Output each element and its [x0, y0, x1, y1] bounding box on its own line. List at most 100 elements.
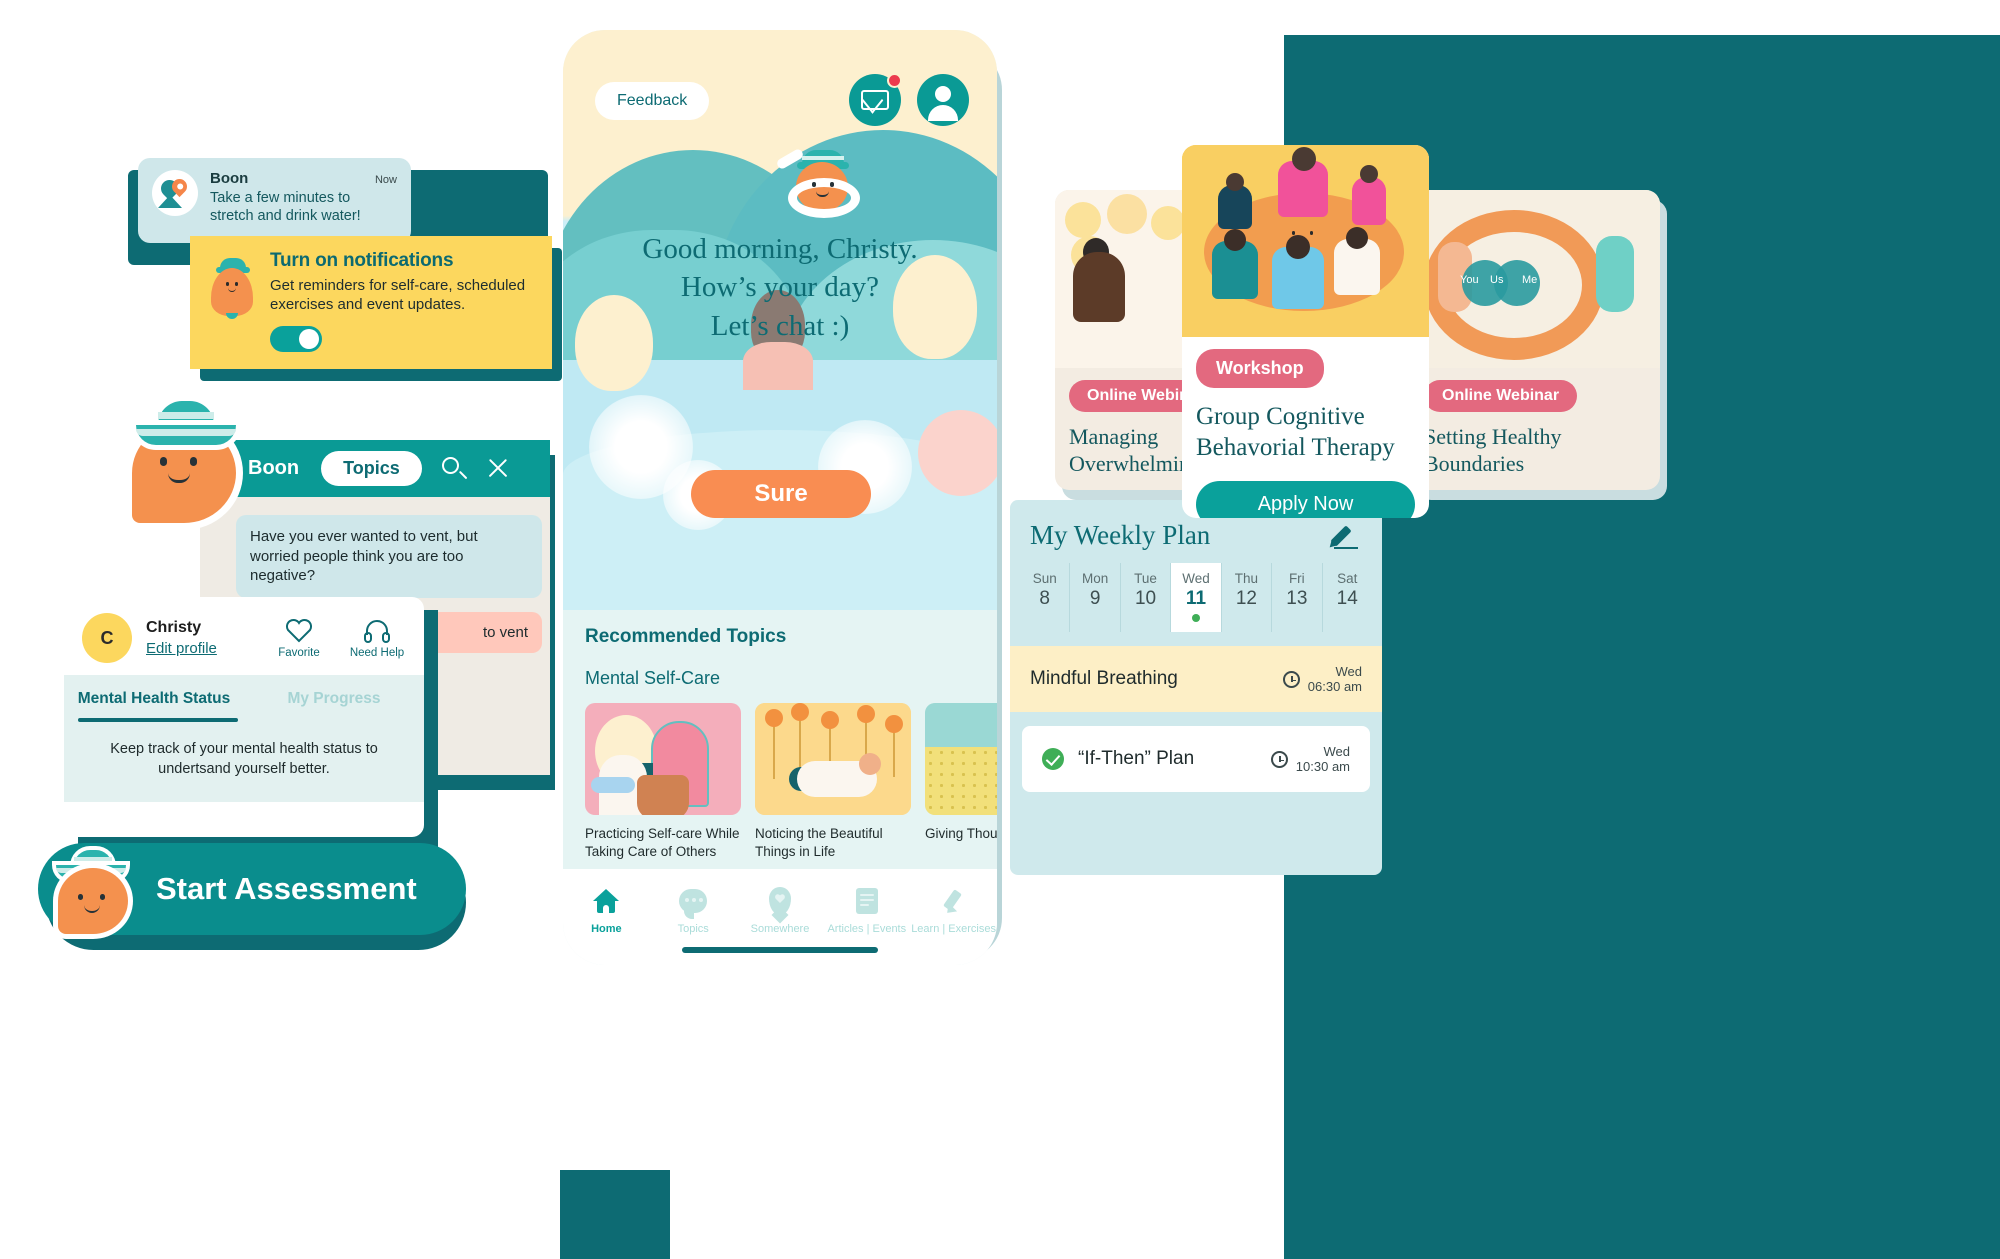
profile-name: Christy: [146, 619, 202, 636]
day-cell[interactable]: Thu 12: [1220, 563, 1271, 632]
profile-tabs: Mental Health Status My Progress: [64, 675, 424, 719]
heart-icon: [270, 618, 328, 644]
need-help-label: Need Help: [349, 646, 405, 659]
edit-profile-link[interactable]: Edit profile: [146, 640, 217, 657]
recommended-topics-section: Recommended Topics Mental Self-Care Prac…: [563, 610, 997, 861]
nav-item-somewhere[interactable]: Somewhere: [737, 883, 824, 935]
topic-caption: Noticing the Beautiful Things in Life: [755, 826, 883, 859]
plan-item-time: 10:30 am: [1295, 759, 1350, 774]
plan-item-name: “If-Then” Plan: [1078, 748, 1195, 769]
plan-item-day: Wed: [1335, 664, 1363, 679]
favorite-label: Favorite: [278, 646, 320, 659]
screenshot-stage: Boon Now Take a few minutes to stretch a…: [0, 0, 2000, 1259]
close-icon[interactable]: [484, 454, 514, 484]
greeting-text: Good morning, Christy. How’s your day? L…: [563, 230, 997, 345]
clock-icon: [1282, 670, 1300, 688]
document-icon: [823, 883, 910, 919]
day-date: 9: [1089, 588, 1101, 609]
topic-card[interactable]: Practicing Self-care While Taking Care o…: [585, 703, 741, 860]
tab-mental-health-status[interactable]: Mental Health Status: [64, 685, 244, 718]
nav-label-somewhere: Somewhere: [750, 923, 810, 935]
greeting-line-3: Let’s chat :): [710, 309, 850, 342]
nav-item-articles-events[interactable]: Articles | Events: [823, 883, 910, 935]
day-cell-today[interactable]: Wed 11: [1170, 563, 1221, 632]
week-strip: Sun 8 Mon 9 Tue 10 Wed 11 Thu 12 Fri 13 …: [1010, 563, 1382, 632]
day-date: 12: [1235, 588, 1257, 609]
day-event-dot: [1191, 614, 1200, 622]
location-pin-icon: [737, 883, 824, 919]
envelope-icon[interactable]: [849, 73, 902, 126]
map-pin-icon: [152, 170, 198, 216]
notification-time: Now: [374, 174, 397, 186]
event-title: Setting Healthy Boundaries: [1424, 424, 1562, 476]
nav-label-topics: Topics: [677, 923, 709, 935]
day-date: 10: [1134, 588, 1157, 609]
day-date: 8: [1039, 588, 1050, 609]
notifications-prompt-card: Turn on notifications Get reminders for …: [190, 236, 552, 369]
event-badge: Workshop: [1196, 349, 1324, 388]
topic-card[interactable]: Noticing the Beautiful Things in Life: [755, 703, 911, 860]
person-icon[interactable]: [917, 74, 969, 126]
nav-label-articles-events: Articles | Events: [827, 923, 907, 935]
day-cell[interactable]: Sun 8: [1020, 563, 1069, 632]
notification-app-name: Boon: [210, 170, 249, 187]
need-help-button[interactable]: Need Help: [348, 618, 406, 659]
topic-thumbnail: [925, 703, 997, 815]
chat-topics-button[interactable]: Topics: [321, 451, 422, 486]
event-card[interactable]: You Us Me Online Webinar Setting Healthy…: [1410, 190, 1660, 490]
nav-label-home: Home: [591, 923, 622, 935]
apply-now-button[interactable]: Apply Now: [1196, 481, 1415, 518]
nav-item-home[interactable]: Home: [563, 883, 650, 935]
avatar: C: [82, 613, 132, 663]
day-date: 13: [1286, 588, 1308, 609]
plan-item-day: Wed: [1323, 744, 1351, 759]
sure-button[interactable]: Sure: [691, 470, 871, 518]
plan-item[interactable]: Mindful Breathing Wed 06:30 am: [1010, 646, 1382, 712]
day-name: Tue: [1134, 571, 1157, 586]
event-badge: Online Webinar: [1424, 380, 1578, 412]
topic-card[interactable]: Giving Thou Life - Values: [925, 703, 997, 860]
day-date: 11: [1185, 588, 1207, 609]
plan-item-time: 06:30 am: [1307, 679, 1362, 694]
pencil-icon: [910, 883, 997, 919]
day-cell[interactable]: Fri 13: [1271, 563, 1321, 632]
boon-notification-card[interactable]: Boon Now Take a few minutes to stretch a…: [138, 158, 411, 243]
plan-item[interactable]: “If-Then” Plan Wed 10:30 am: [1022, 726, 1370, 792]
event-title: Group Cognitive Behavorial Therapy: [1196, 403, 1395, 461]
feedback-button[interactable]: Feedback: [595, 82, 710, 120]
notifications-prompt-subtitle: Get reminders for self-care, scheduled e…: [270, 277, 526, 314]
clock-icon: [1270, 750, 1288, 768]
favorite-button[interactable]: Favorite: [270, 618, 328, 659]
chat-message-incoming: Have you ever wanted to vent, but worrie…: [236, 515, 542, 598]
venn-label-me: Me: [1522, 274, 1538, 286]
greeting-line-1: Good morning, Christy.: [642, 233, 918, 265]
day-name: Fri: [1288, 571, 1305, 586]
chat-header: Boon Topics: [200, 440, 550, 497]
day-cell[interactable]: Sat 14: [1321, 563, 1372, 632]
day-cell[interactable]: Tue 10: [1119, 563, 1170, 632]
plan-item-name: Mindful Breathing: [1030, 668, 1178, 689]
topic-thumbnail: [755, 703, 911, 815]
notifications-prompt-title: Turn on notifications: [270, 250, 454, 271]
tab-my-progress[interactable]: My Progress: [244, 685, 424, 718]
search-icon[interactable]: [438, 454, 468, 484]
nav-item-topics[interactable]: Topics: [650, 883, 737, 935]
boon-mascot-icon: [118, 395, 248, 530]
bottom-navigation: Home Topics Somewhere Articles | Events: [563, 869, 997, 965]
nav-item-learn-exercises[interactable]: Learn | Exercises: [910, 883, 997, 935]
bell-mascot-icon: [204, 256, 260, 319]
profile-card: C Christy Edit profile Favorite Need Hel…: [64, 597, 424, 837]
notifications-toggle[interactable]: [270, 326, 322, 353]
venn-label-us: Us: [1490, 274, 1504, 286]
day-name: Mon: [1082, 571, 1109, 586]
day-name: Wed: [1182, 571, 1210, 586]
topic-caption: Giving Thou Life - Values: [925, 826, 997, 841]
topic-caption: Practicing Self-care While Taking Care o…: [585, 826, 740, 859]
day-cell[interactable]: Mon 9: [1069, 563, 1119, 632]
pencil-edit-icon[interactable]: [1330, 521, 1362, 551]
notification-message: Take a few minutes to stretch and drink …: [210, 190, 361, 225]
venn-label-you: You: [1460, 274, 1479, 286]
day-date: 14: [1336, 588, 1358, 609]
greeting-line-2: How’s your day?: [680, 271, 880, 304]
event-card-featured[interactable]: Workshop Group Cognitive Behavorial Ther…: [1182, 145, 1429, 518]
